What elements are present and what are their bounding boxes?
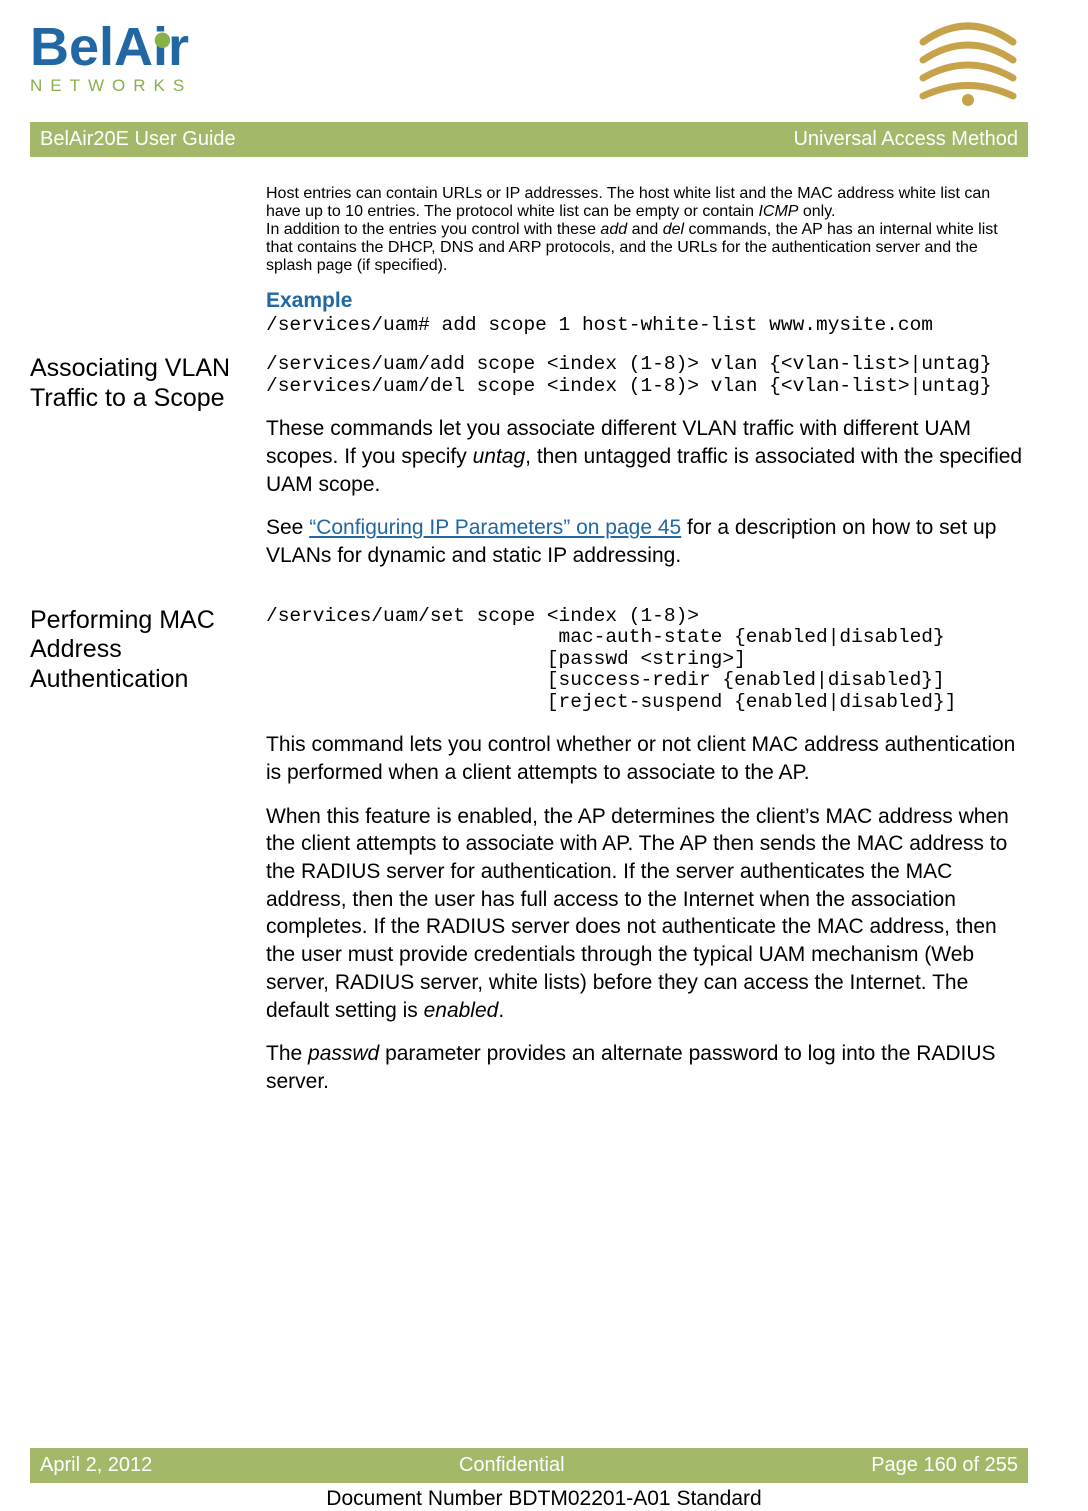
logo-belair: BelAi•r NETWORKS: [30, 20, 192, 96]
footer-banner: April 2, 2012 Confidential Page 160 of 2…: [30, 1448, 1028, 1483]
intro-paragraph-2: In addition to the entries you control w…: [266, 221, 1028, 275]
intro-block: Host entries can contain URLs or IP addr…: [30, 185, 1028, 354]
mac-paragraph-2: When this feature is enabled, the AP det…: [266, 803, 1028, 1025]
content: Host entries can contain URLs or IP addr…: [30, 157, 1028, 1112]
mac-code: /services/uam/set scope <index (1-8)> ma…: [266, 606, 1028, 713]
banner-right: Universal Access Method: [793, 128, 1018, 151]
link-configuring-ip[interactable]: “Configuring IP Parameters” on page 45: [309, 516, 681, 539]
example-code: /services/uam# add scope 1 host-white-li…: [266, 315, 1028, 336]
section-mac-auth: Performing MAC Address Authentication /s…: [30, 606, 1028, 1112]
brand-sub: NETWORKS: [30, 76, 192, 96]
section-heading-mac: Performing MAC Address Authentication: [30, 606, 266, 1112]
section-body-mac: /services/uam/set scope <index (1-8)> ma…: [266, 606, 1028, 1112]
intro-paragraph-1: Host entries can contain URLs or IP addr…: [266, 185, 1028, 221]
header: BelAi•r NETWORKS: [30, 20, 1028, 116]
vlan-code: /services/uam/add scope <index (1-8)> vl…: [266, 354, 1028, 397]
page: BelAi•r NETWORKS BelAir20E User Guide Un…: [0, 0, 1088, 1511]
brand-text: BelAi•r: [30, 20, 192, 74]
section-body-vlan: /services/uam/add scope <index (1-8)> vl…: [266, 354, 1028, 585]
footer-docnum: Document Number BDTM02201-A01 Standard: [0, 1483, 1088, 1511]
footer-page: Page 160 of 255: [871, 1454, 1018, 1477]
footer-confidential: Confidential: [459, 1454, 565, 1477]
footer-date: April 2, 2012: [40, 1454, 152, 1477]
wifi-swoosh-icon: [908, 20, 1028, 106]
title-banner: BelAir20E User Guide Universal Access Me…: [30, 122, 1028, 157]
footer: April 2, 2012 Confidential Page 160 of 2…: [0, 1448, 1088, 1511]
example-heading: Example: [266, 289, 1028, 313]
section-vlan: Associating VLAN Traffic to a Scope /ser…: [30, 354, 1028, 585]
section-heading-vlan: Associating VLAN Traffic to a Scope: [30, 354, 266, 585]
mac-paragraph-3: The passwd parameter provides an alterna…: [266, 1040, 1028, 1095]
vlan-paragraph-1: These commands let you associate differe…: [266, 415, 1028, 498]
banner-left: BelAir20E User Guide: [40, 128, 236, 151]
vlan-paragraph-2: See “Configuring IP Parameters” on page …: [266, 514, 1028, 569]
mac-paragraph-1: This command lets you control whether or…: [266, 731, 1028, 786]
